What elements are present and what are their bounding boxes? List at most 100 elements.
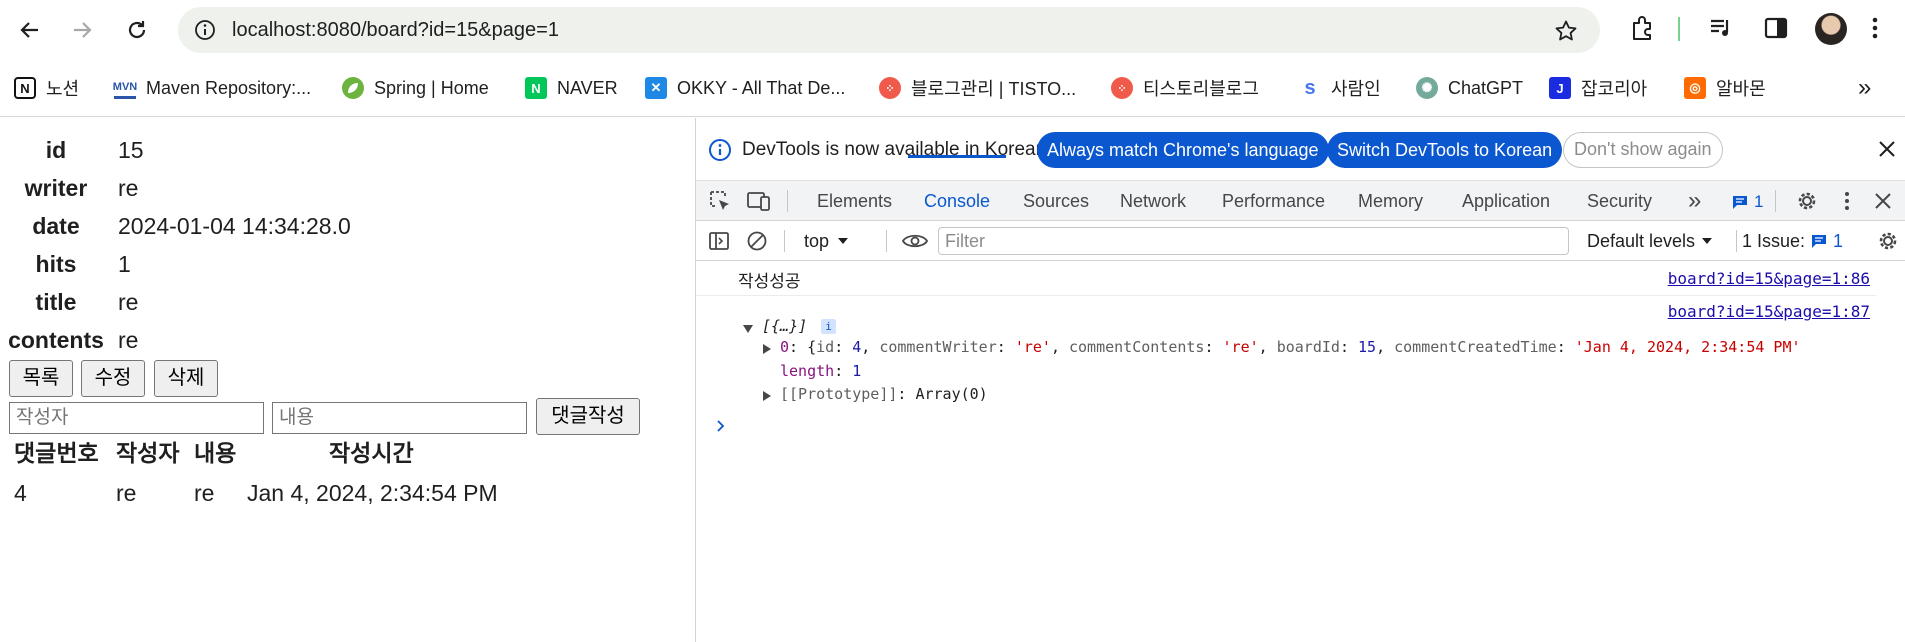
bookmark-naver[interactable]: N NAVER [525, 73, 618, 103]
kebab-menu-icon[interactable] [1843, 189, 1851, 218]
triangle-right-icon [763, 391, 771, 401]
tab-memory[interactable]: Memory [1358, 181, 1423, 221]
array-length-row: length: 1 [780, 362, 862, 380]
reload-button[interactable] [118, 11, 156, 49]
context-label: top [804, 231, 830, 251]
issues-counter[interactable]: 1 Issue: 1 [1742, 221, 1843, 261]
prototype-expand-toggle[interactable] [762, 388, 772, 406]
infobar-message: DevTools is now available in Korean! [742, 139, 1052, 160]
tab-security[interactable]: Security [1587, 181, 1652, 221]
array-summary[interactable]: [{…}] [762, 317, 807, 335]
gear-icon[interactable] [1795, 189, 1819, 218]
comment-submit-button[interactable]: 댓글작성 [536, 398, 640, 435]
comment-cell-time: Jan 4, 2024, 2:34:54 PM [247, 480, 498, 506]
close-icon[interactable] [1876, 138, 1898, 165]
back-button[interactable] [11, 11, 49, 49]
bookmark-label: Spring | Home [374, 77, 489, 98]
context-selector[interactable]: top [804, 221, 849, 261]
extensions-icon[interactable] [1629, 14, 1657, 46]
field-label: contents [8, 327, 104, 353]
chatgpt-icon: ✺ [1416, 77, 1438, 99]
bookmark-spring[interactable]: Spring | Home [342, 73, 489, 103]
sidebar-toggle-icon[interactable] [708, 230, 730, 257]
forward-button[interactable] [63, 11, 101, 49]
bookmark-chatgpt[interactable]: ✺ ChatGPT [1416, 73, 1523, 103]
tab-sources[interactable]: Sources [1023, 181, 1089, 221]
close-devtools-icon[interactable] [1873, 191, 1893, 216]
array-expand-toggle[interactable] [742, 320, 754, 338]
inspect-element-icon[interactable] [708, 189, 732, 218]
issues-badge[interactable]: 1 [1732, 192, 1763, 212]
bookmark-okky[interactable]: ✕ OKKY - All That De... [645, 73, 845, 103]
browser-toolbar: localhost:8080/board?id=15&page=1 [0, 0, 1905, 61]
tab-console[interactable]: Console [924, 181, 990, 221]
bookmark-jobkorea[interactable]: J 잡코리아 [1549, 73, 1647, 103]
bookmark-saramin[interactable]: s 사람인 [1299, 73, 1381, 103]
message-icon [1812, 235, 1827, 248]
toolbar-divider [1678, 17, 1680, 41]
value-length: 1 [852, 362, 862, 380]
side-panel-icon[interactable] [1762, 14, 1790, 46]
more-tabs-button[interactable]: » [1688, 181, 1701, 221]
field-value: re [118, 289, 139, 315]
array-item-0[interactable]: 0: {id: 4, commentWriter: 're', commentC… [780, 338, 1801, 356]
dont-show-again-button[interactable]: Don't show again [1563, 132, 1723, 168]
address-bar[interactable]: localhost:8080/board?id=15&page=1 [178, 7, 1600, 53]
message-icon [1733, 196, 1747, 209]
tab-divider [787, 190, 788, 212]
value-writer: 're' [1014, 338, 1051, 356]
url-text[interactable]: localhost:8080/board?id=15&page=1 [232, 7, 559, 53]
comment-cell-id: 4 [14, 480, 27, 506]
live-expression-eye-icon[interactable] [901, 230, 929, 257]
bookmarks-overflow-button[interactable]: » [1858, 73, 1871, 103]
chrome-menu-icon[interactable] [1870, 14, 1880, 46]
info-badge[interactable]: i [821, 319, 836, 334]
tab-performance[interactable]: Performance [1222, 181, 1325, 221]
switch-to-korean-button[interactable]: Switch DevTools to Korean [1327, 132, 1563, 168]
field-label: id [45, 137, 67, 163]
okky-icon: ✕ [645, 77, 667, 99]
profile-avatar[interactable] [1815, 13, 1847, 45]
tab-application[interactable]: Application [1462, 181, 1550, 221]
bookmark-label: NAVER [557, 77, 618, 98]
bookmark-label: 사람인 [1331, 79, 1381, 99]
always-match-language-button[interactable]: Always match Chrome's language [1037, 132, 1329, 168]
bookmark-star-icon[interactable] [1554, 19, 1578, 47]
log-levels-dropdown[interactable]: Default levels [1587, 221, 1713, 261]
list-button[interactable]: 목록 [9, 360, 73, 397]
console-filter-bar: top Filter Default levels 1 Issue: 1 [696, 221, 1905, 261]
console-filter-input[interactable]: Filter [938, 227, 1569, 255]
comment-header-contents: 내용 [194, 440, 237, 466]
caret-down-icon [1702, 238, 1713, 244]
array-prototype-row[interactable]: [[Prototype]]: Array(0) [780, 385, 988, 403]
device-toolbar-icon[interactable] [746, 189, 772, 218]
log-levels-label: Default levels [1587, 231, 1696, 251]
key-length: length [780, 362, 835, 380]
media-queue-icon[interactable] [1707, 14, 1735, 46]
site-info-icon[interactable] [194, 19, 216, 45]
bookmark-albamon[interactable]: ◎ 알바몬 [1684, 73, 1766, 103]
console-settings-gear-icon[interactable] [1876, 229, 1900, 258]
comment-contents-input[interactable]: 내용 [272, 402, 527, 434]
bookmark-notion[interactable]: N 노션 [14, 73, 79, 103]
clear-console-icon[interactable] [746, 230, 768, 257]
bookmark-label: 노션 [46, 79, 80, 99]
tab-elements[interactable]: Elements [817, 181, 892, 221]
item-expand-toggle[interactable] [762, 341, 772, 359]
console-prompt-chevron-icon[interactable] [716, 419, 726, 437]
board-detail-page: id 15 writer re date 2024-01-04 14:34:28… [0, 118, 695, 642]
console-log-message: 작성성공 [738, 272, 801, 292]
console-source-link[interactable]: board?id=15&page=1:87 [1668, 302, 1870, 321]
comment-writer-input[interactable]: 작성자 [9, 402, 264, 434]
console-source-link[interactable]: board?id=15&page=1:86 [1668, 269, 1870, 288]
saramin-icon: s [1299, 77, 1321, 99]
triangle-down-icon [743, 325, 753, 333]
delete-button[interactable]: 삭제 [154, 360, 218, 397]
value-board-id: 15 [1358, 338, 1377, 356]
bookmark-tistory-blog[interactable]: ⁘ 티스토리블로그 [1111, 73, 1259, 103]
tistory-icon: ⁘ [879, 77, 901, 99]
bookmark-maven[interactable]: MVN Maven Repository:... [113, 73, 311, 103]
bookmark-tistory-admin[interactable]: ⁘ 블로그관리 | TISTO... [879, 73, 1076, 103]
edit-button[interactable]: 수정 [81, 360, 145, 397]
tab-network[interactable]: Network [1120, 181, 1186, 221]
